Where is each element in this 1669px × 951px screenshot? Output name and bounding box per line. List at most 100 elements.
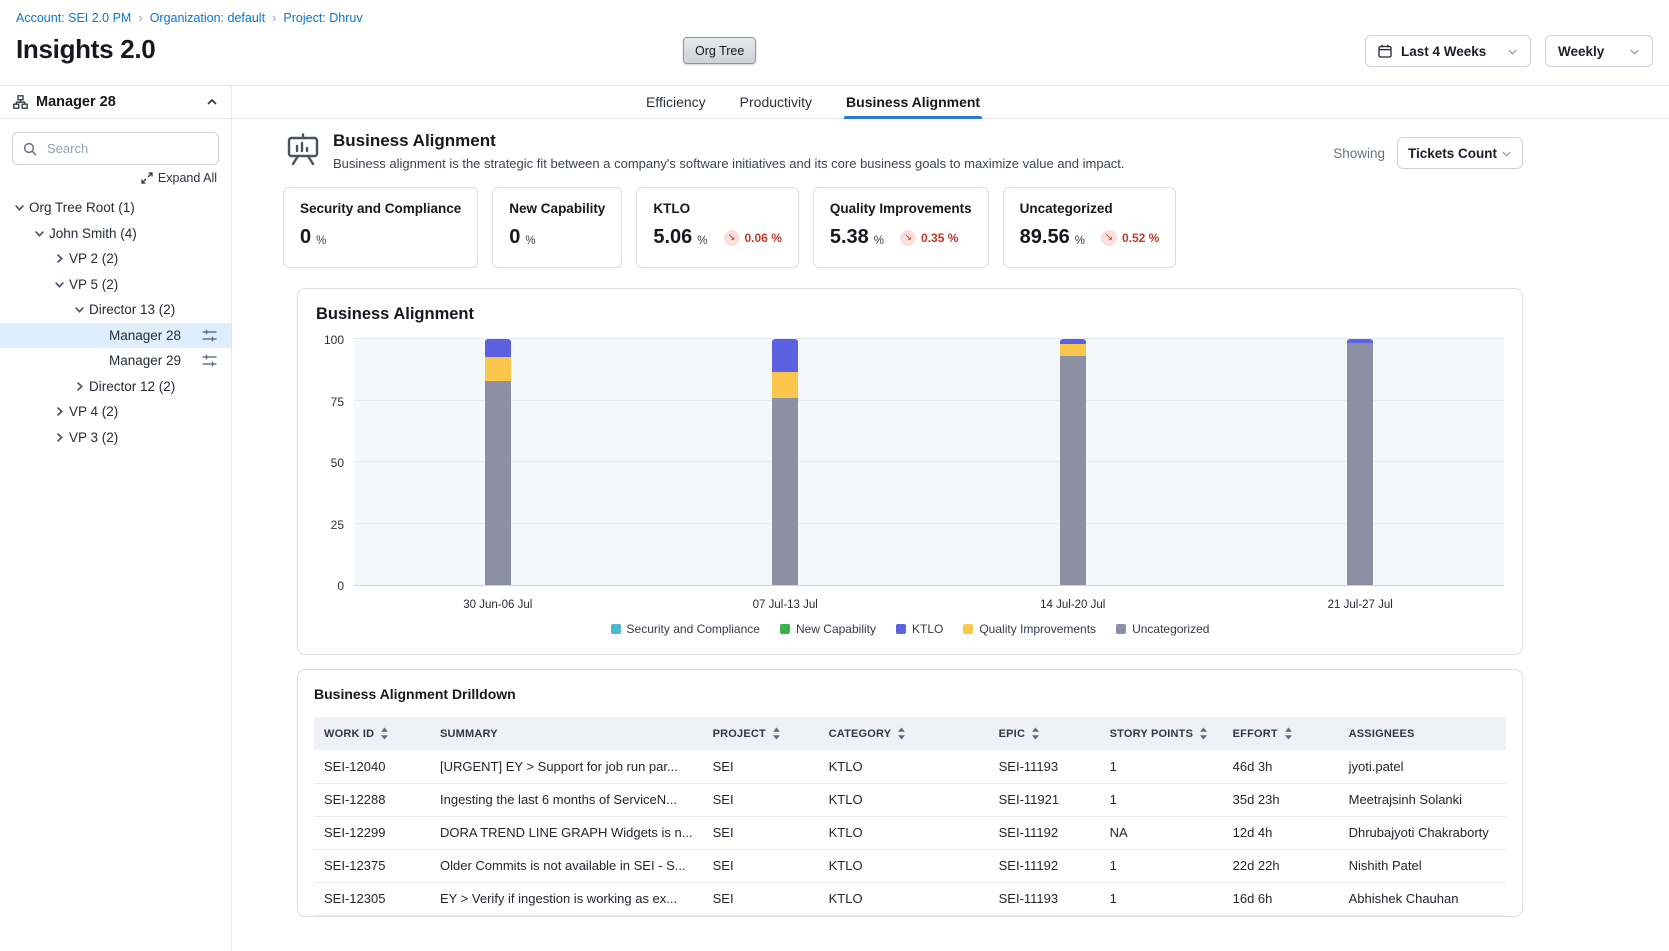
tree-item-vp-2-2[interactable]: VP 2 (2): [0, 246, 231, 272]
tree-item-label: VP 4 (2): [69, 404, 118, 419]
stacked-bar-30-jun-06-jul[interactable]: [485, 339, 511, 585]
filter-sliders-icon[interactable]: [202, 354, 217, 367]
table-cell-story-points: 1: [1100, 849, 1223, 882]
legend-item-uncategorized[interactable]: Uncategorized: [1116, 622, 1209, 636]
table-row[interactable]: SEI-12288Ingesting the last 6 months of …: [314, 783, 1506, 816]
chart-gridline: [354, 338, 1504, 339]
table-cell-summary: DORA TREND LINE GRAPH Widgets is n...: [430, 816, 703, 849]
section-header-text: Business Alignment Business alignment is…: [333, 131, 1125, 171]
column-header-effort[interactable]: EFFORT: [1223, 717, 1339, 750]
table-cell-assignees: Nishith Patel: [1339, 849, 1506, 882]
chevron-down-icon[interactable]: [50, 279, 69, 290]
legend-label: Security and Compliance: [627, 622, 760, 636]
stacked-bar-07-jul-13-jul[interactable]: [772, 339, 798, 585]
chevron-down-icon[interactable]: [30, 228, 49, 239]
org-tree-button[interactable]: Org Tree: [683, 37, 756, 64]
delta-value: 0.35 %: [921, 231, 958, 245]
stat-card-value-row: 5.06%↘0.06 %: [653, 226, 782, 249]
column-header-work-id[interactable]: WORK ID: [314, 717, 430, 750]
chevron-right-icon[interactable]: [50, 253, 69, 264]
chevron-down-icon[interactable]: [10, 202, 29, 213]
tree-item-manager-28[interactable]: Manager 28: [0, 323, 231, 349]
tab-efficiency[interactable]: Efficiency: [646, 86, 706, 118]
tree-item-director-12-2[interactable]: Director 12 (2): [0, 374, 231, 400]
table-row[interactable]: SEI-12299DORA TREND LINE GRAPH Widgets i…: [314, 816, 1506, 849]
legend-item-quality-improvements[interactable]: Quality Improvements: [963, 622, 1096, 636]
bar-segment-uncategorized: [1060, 356, 1086, 585]
stat-card-title: Quality Improvements: [830, 201, 972, 216]
bar-segment-uncategorized: [772, 398, 798, 585]
column-header-category[interactable]: CATEGORY: [819, 717, 989, 750]
sort-icon[interactable]: [897, 727, 906, 740]
stat-card-unit: %: [1075, 235, 1085, 249]
chevron-right-icon[interactable]: [50, 432, 69, 443]
sort-icon[interactable]: [380, 727, 389, 740]
stat-card-security-and-compliance: Security and Compliance0%: [283, 187, 478, 268]
column-header-inner: STORY POINTS: [1110, 727, 1213, 740]
stat-cards: Security and Compliance0% New Capability 0…: [283, 187, 1523, 268]
chart-gridline: [354, 461, 1504, 462]
sort-icon[interactable]: [1284, 727, 1293, 740]
content: Business Alignment Business alignment is…: [232, 119, 1669, 951]
chevron-up-icon[interactable]: [206, 96, 218, 108]
breadcrumb-item-organization[interactable]: Organization: default: [150, 11, 265, 25]
tree-item-label: Director 12 (2): [89, 379, 175, 394]
tab-business-alignment[interactable]: Business Alignment: [846, 86, 980, 118]
y-axis-tick-label: 100: [324, 333, 344, 347]
chevron-right-icon[interactable]: [50, 406, 69, 417]
legend-item-new-capability[interactable]: New Capability: [780, 622, 876, 636]
bar-segment-quality-improvements: [485, 357, 511, 380]
bar-segment-quality-improvements: [772, 372, 798, 398]
breadcrumb-item-project[interactable]: Project: Dhruv: [283, 11, 362, 25]
chevron-right-icon[interactable]: [70, 381, 89, 392]
table-row[interactable]: SEI-12305EY > Verify if ingestion is wor…: [314, 882, 1506, 915]
page-title: Insights 2.0: [16, 34, 155, 65]
column-header-epic[interactable]: EPIC: [989, 717, 1100, 750]
column-header-story-points[interactable]: STORY POINTS: [1100, 717, 1223, 750]
expand-all-button[interactable]: Expand All: [0, 171, 217, 185]
column-header-project[interactable]: PROJECT: [703, 717, 819, 750]
sort-icon[interactable]: [1199, 727, 1208, 740]
stat-card-title: New Capability: [509, 201, 605, 216]
table-cell-project: SEI: [703, 816, 819, 849]
chart-title: Business Alignment: [316, 305, 1504, 324]
bar-segment-uncategorized: [485, 381, 511, 585]
stacked-bar-14-jul-20-jul[interactable]: [1060, 339, 1086, 585]
chevron-down-icon[interactable]: [70, 304, 89, 315]
tree-item-vp-3-2[interactable]: VP 3 (2): [0, 425, 231, 451]
legend-item-security-and-compliance[interactable]: Security and Compliance: [611, 622, 760, 636]
sort-icon[interactable]: [1031, 727, 1040, 740]
tree-item-director-13-2[interactable]: Director 13 (2): [0, 297, 231, 323]
chart-x-labels: 30 Jun-06 Jul07 Jul-13 Jul14 Jul-20 Jul2…: [354, 586, 1504, 620]
table-row[interactable]: SEI-12375Older Commits is not available …: [314, 849, 1506, 882]
table-cell-summary: Ingesting the last 6 months of ServiceN.…: [430, 783, 703, 816]
column-header-inner: ASSIGNEES: [1349, 728, 1496, 740]
tree-item-vp-5-2[interactable]: VP 5 (2): [0, 272, 231, 298]
tree-item-org-tree-root-1[interactable]: Org Tree Root (1): [0, 195, 231, 221]
date-range-select[interactable]: Last 4 Weeks: [1365, 35, 1531, 67]
table-cell-work-id: SEI-12305: [314, 882, 430, 915]
tree-item-label: Director 13 (2): [89, 302, 175, 317]
filter-sliders-icon[interactable]: [202, 329, 217, 342]
tab-productivity[interactable]: Productivity: [740, 86, 812, 118]
table-cell-work-id: SEI-12040: [314, 750, 430, 783]
sort-icon[interactable]: [772, 727, 781, 740]
tree-item-manager-29[interactable]: Manager 29: [0, 348, 231, 374]
table-cell-effort: 35d 23h: [1223, 783, 1339, 816]
breadcrumb: Account: SEI 2.0 PM›Organization: defaul…: [16, 10, 1653, 25]
top-header: Account: SEI 2.0 PM›Organization: defaul…: [0, 0, 1669, 85]
tree-item-vp-4-2[interactable]: VP 4 (2): [0, 399, 231, 425]
stacked-bar-21-jul-27-jul[interactable]: [1347, 339, 1373, 585]
legend-item-ktlo[interactable]: KTLO: [896, 622, 943, 636]
column-header-inner: SUMMARY: [440, 728, 693, 740]
showing-select[interactable]: Tickets Count: [1397, 137, 1523, 169]
interval-select[interactable]: Weekly: [1545, 35, 1653, 67]
table-cell-epic: SEI-11193: [989, 750, 1100, 783]
stat-card-title: Security and Compliance: [300, 201, 461, 216]
tree-item-john-smith-4[interactable]: John Smith (4): [0, 221, 231, 247]
table-row[interactable]: SEI-12040[URGENT] EY > Support for job r…: [314, 750, 1506, 783]
breadcrumb-item-account[interactable]: Account: SEI 2.0 PM: [16, 11, 131, 25]
stat-card-value: 5.38: [830, 226, 869, 249]
table-cell-epic: SEI-11921: [989, 783, 1100, 816]
search-input[interactable]: [45, 140, 195, 157]
